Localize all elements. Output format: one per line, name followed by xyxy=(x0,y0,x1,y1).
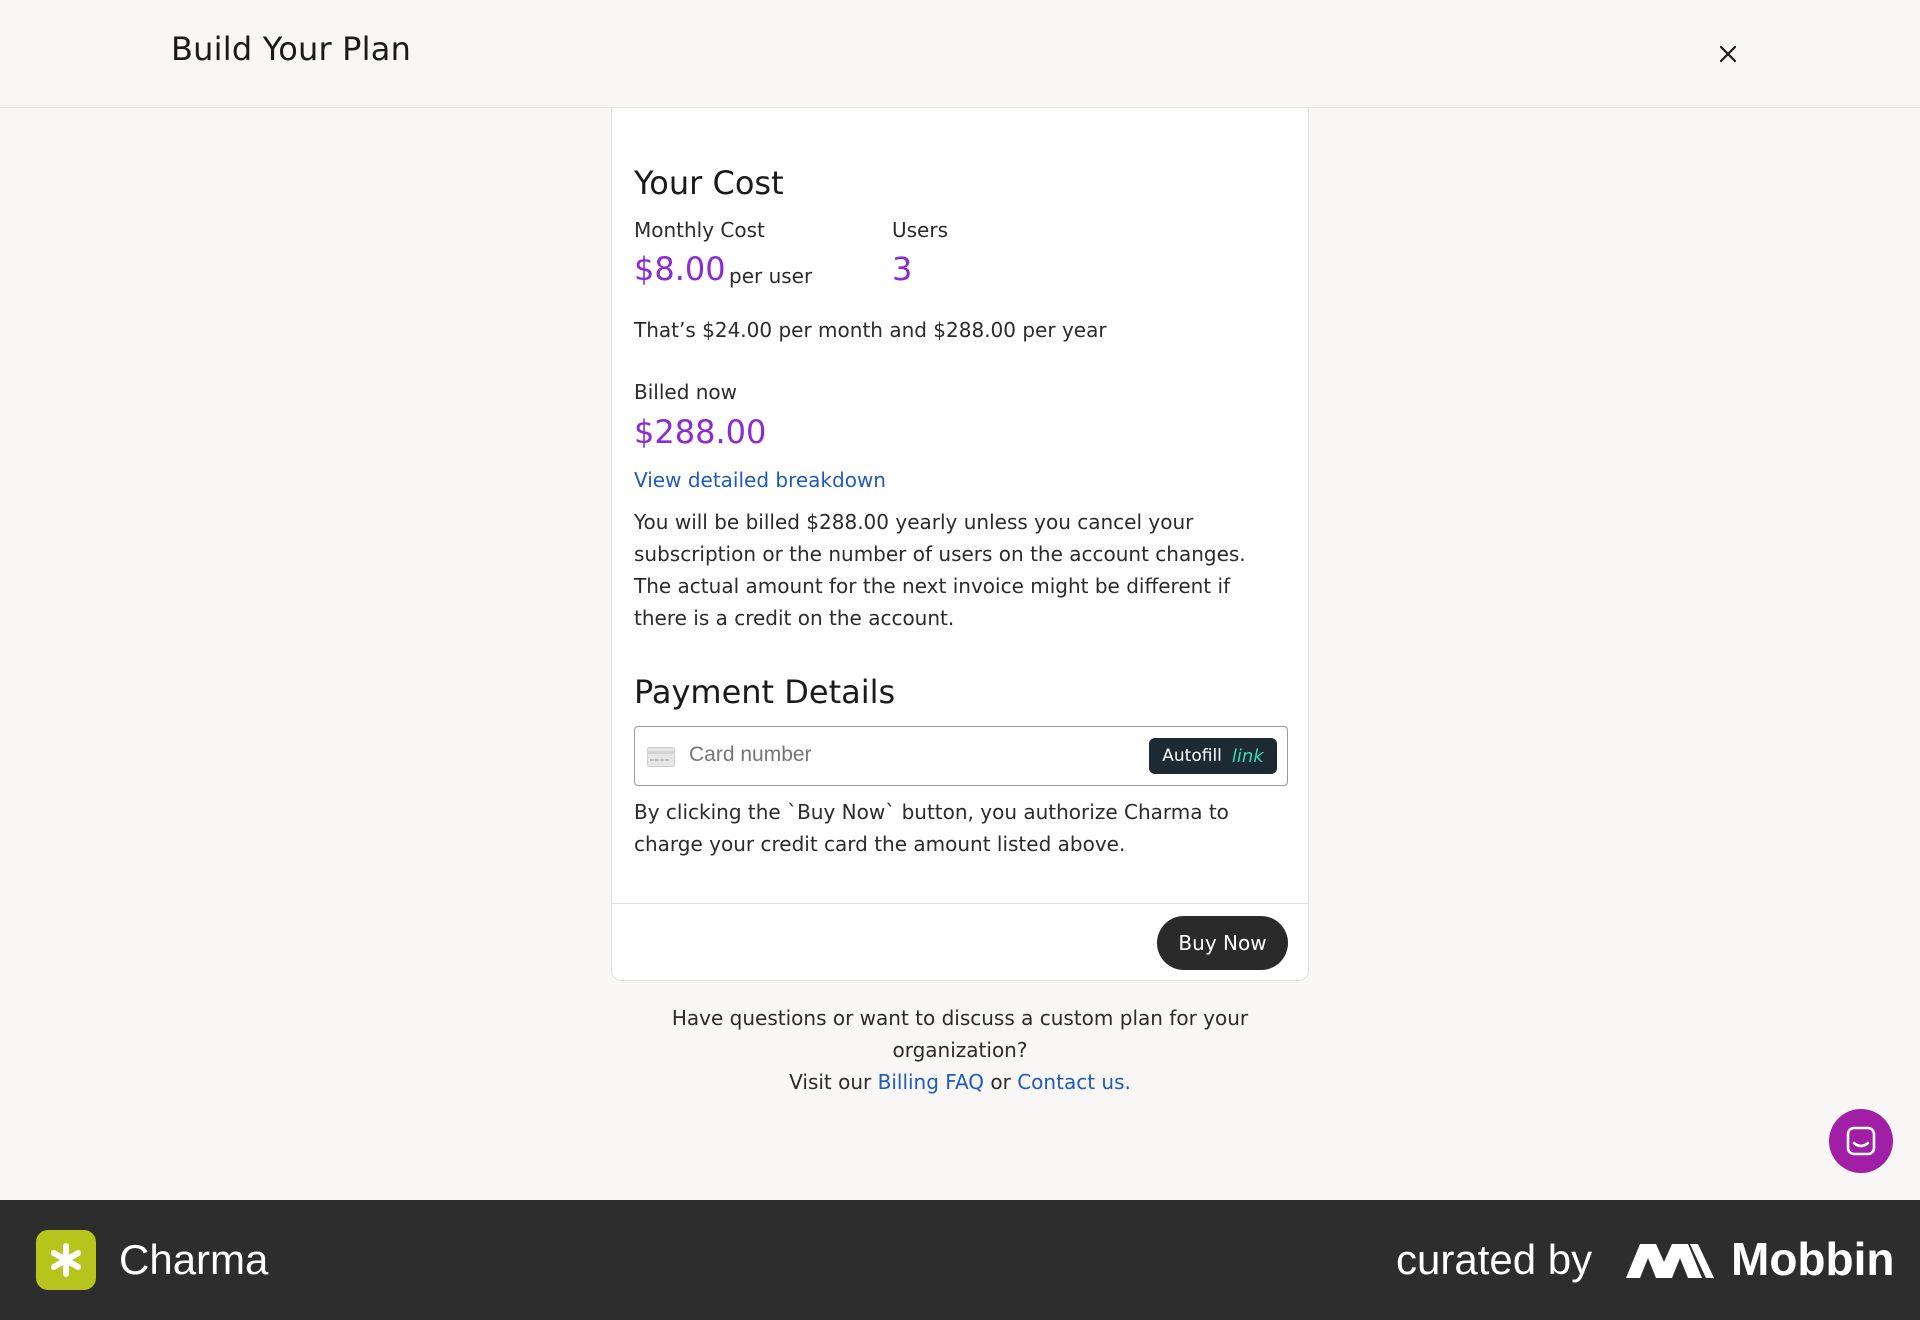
per-user-label: per user xyxy=(729,264,813,288)
modal-header: Build Your Plan xyxy=(0,0,1920,108)
credit-card-icon xyxy=(647,747,675,771)
billed-now-label: Billed now xyxy=(634,380,738,404)
contact-us-link[interactable]: Contact us. xyxy=(1017,1070,1131,1094)
view-breakdown-link[interactable]: View detailed breakdown xyxy=(634,464,886,496)
mobbin-logo-icon xyxy=(1626,1244,1714,1278)
mobbin-wordmark: Mobbin xyxy=(1731,1233,1895,1285)
faq-prefix: Visit our xyxy=(789,1070,872,1094)
monthly-cost-label: Monthly Cost xyxy=(634,218,765,242)
autofill-link-button[interactable]: Autofill link xyxy=(1149,738,1277,774)
card-number-field[interactable]: Autofill link xyxy=(634,726,1288,786)
close-button[interactable] xyxy=(1710,36,1746,72)
users-value: 3 xyxy=(892,250,913,288)
faq-or: or xyxy=(990,1070,1011,1094)
billed-now-value: $288.00 xyxy=(634,413,767,451)
curated-by-label: curated by xyxy=(1396,1236,1593,1283)
brand-name: Charma xyxy=(119,1236,269,1283)
buy-now-button[interactable]: Buy Now xyxy=(1157,916,1288,970)
payment-details-heading: Payment Details xyxy=(634,673,896,711)
faq-text: Have questions or want to discuss a cust… xyxy=(611,1002,1309,1098)
charma-logo-icon xyxy=(36,1230,96,1290)
close-icon xyxy=(1719,45,1737,63)
link-logo: link xyxy=(1231,745,1264,767)
attribution-bar: Charma curated by Mobbin xyxy=(0,1200,1920,1320)
your-cost-heading: Your Cost xyxy=(634,164,784,202)
chat-button[interactable] xyxy=(1829,1109,1893,1173)
faq-line-2: Visit our Billing FAQ or Contact us. xyxy=(611,1066,1309,1098)
users-label: Users xyxy=(892,218,949,242)
billing-note: You will be billed $288.00 yearly unless… xyxy=(634,510,1246,630)
plan-card: Your Cost Monthly Cost $8.00 per user Us… xyxy=(611,108,1309,981)
page-title: Build Your Plan xyxy=(171,30,412,68)
faq-line-1: Have questions or want to discuss a cust… xyxy=(671,1006,1249,1062)
autofill-label: Autofill xyxy=(1162,746,1222,766)
authorization-text: By clicking the `Buy Now` button, you au… xyxy=(634,800,1229,856)
monthly-cost-value: $8.00 xyxy=(634,250,726,288)
billing-faq-link[interactable]: Billing FAQ xyxy=(878,1070,984,1094)
cost-summary: That’s $24.00 per month and $288.00 per … xyxy=(634,318,1107,342)
card-footer-divider xyxy=(612,903,1308,904)
card-number-input[interactable] xyxy=(689,743,1129,767)
chat-icon xyxy=(1846,1126,1876,1156)
